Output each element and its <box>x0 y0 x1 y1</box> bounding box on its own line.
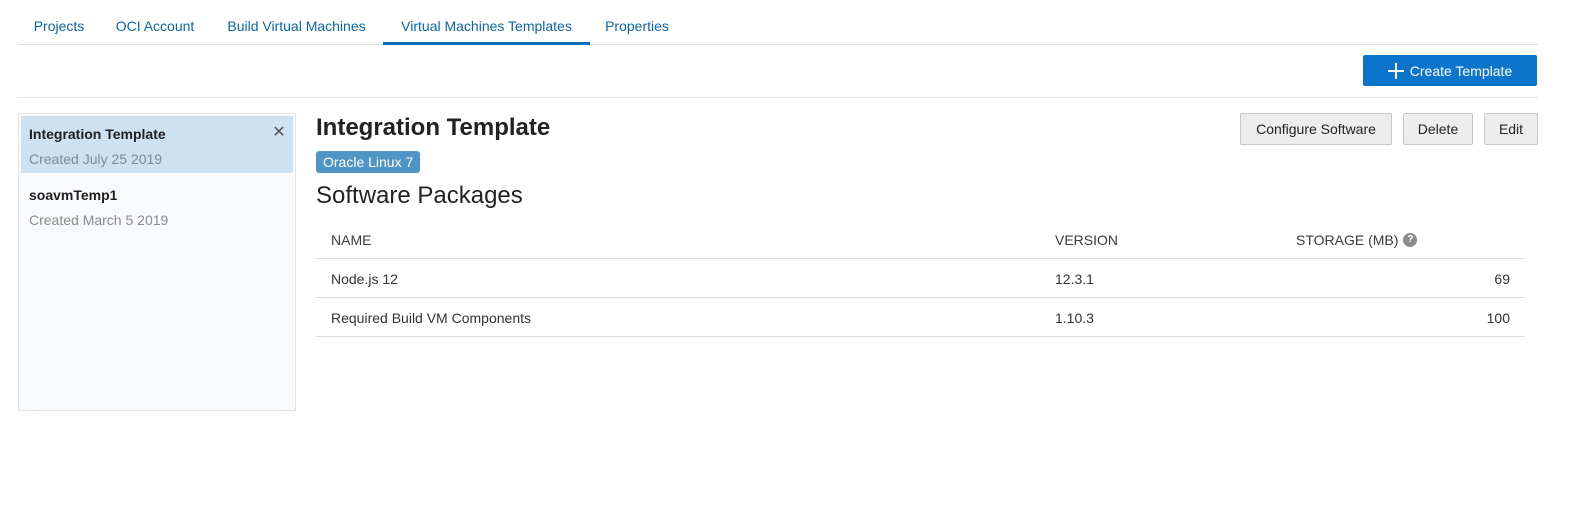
table-row[interactable]: Required Build VM Components 1.10.3 100 <box>316 298 1525 337</box>
configure-software-button[interactable]: Configure Software <box>1240 113 1392 145</box>
package-version: 12.3.1 <box>1055 271 1094 287</box>
tab-bar: Projects OCI Account Build Virtual Machi… <box>18 0 1538 45</box>
tab-build-virtual-machines[interactable]: Build Virtual Machines <box>210 0 383 44</box>
template-list: Integration Template Created July 25 201… <box>18 113 296 411</box>
package-name: Required Build VM Components <box>331 310 531 326</box>
tab-properties[interactable]: Properties <box>590 0 684 44</box>
package-storage: 100 <box>1486 310 1510 326</box>
column-header-name[interactable]: NAME <box>331 232 371 248</box>
software-packages-table: NAME VERSION STORAGE (MB) ? Node.js 12 1… <box>316 220 1525 337</box>
close-icon[interactable]: ✕ <box>271 125 287 141</box>
table-header: NAME VERSION STORAGE (MB) ? <box>316 220 1525 259</box>
column-header-storage-label: STORAGE (MB) <box>1296 232 1399 248</box>
tab-projects[interactable]: Projects <box>18 0 100 44</box>
help-icon[interactable]: ? <box>1403 233 1418 247</box>
delete-button[interactable]: Delete <box>1403 113 1473 145</box>
tab-oci-account[interactable]: OCI Account <box>100 0 210 44</box>
table-row[interactable]: Node.js 12 12.3.1 69 <box>316 259 1525 298</box>
package-version: 1.10.3 <box>1055 310 1094 326</box>
template-list-item-soavmtemp1[interactable]: soavmTemp1 Created March 5 2019 <box>19 175 295 234</box>
create-template-button[interactable]: Create Template <box>1363 55 1537 86</box>
tab-virtual-machines-templates[interactable]: Virtual Machines Templates <box>383 0 590 45</box>
template-list-item-integration[interactable]: Integration Template Created July 25 201… <box>21 116 293 173</box>
toolbar-divider <box>18 97 1538 98</box>
column-header-storage[interactable]: STORAGE (MB) ? <box>1296 232 1418 248</box>
package-storage: 69 <box>1494 271 1510 287</box>
edit-button[interactable]: Edit <box>1484 113 1538 145</box>
template-detail-title: Integration Template <box>316 114 551 141</box>
column-header-version[interactable]: VERSION <box>1055 232 1118 248</box>
template-created: Created July 25 2019 <box>29 151 163 167</box>
plus-icon <box>1387 62 1404 79</box>
os-badge: Oracle Linux 7 <box>316 151 421 173</box>
package-name: Node.js 12 <box>331 271 398 287</box>
template-name: Integration Template <box>29 126 166 142</box>
create-template-label: Create Template <box>1409 62 1513 79</box>
template-created: Created March 5 2019 <box>29 212 169 228</box>
software-packages-heading: Software Packages <box>316 182 523 209</box>
template-name: soavmTemp1 <box>29 187 118 203</box>
